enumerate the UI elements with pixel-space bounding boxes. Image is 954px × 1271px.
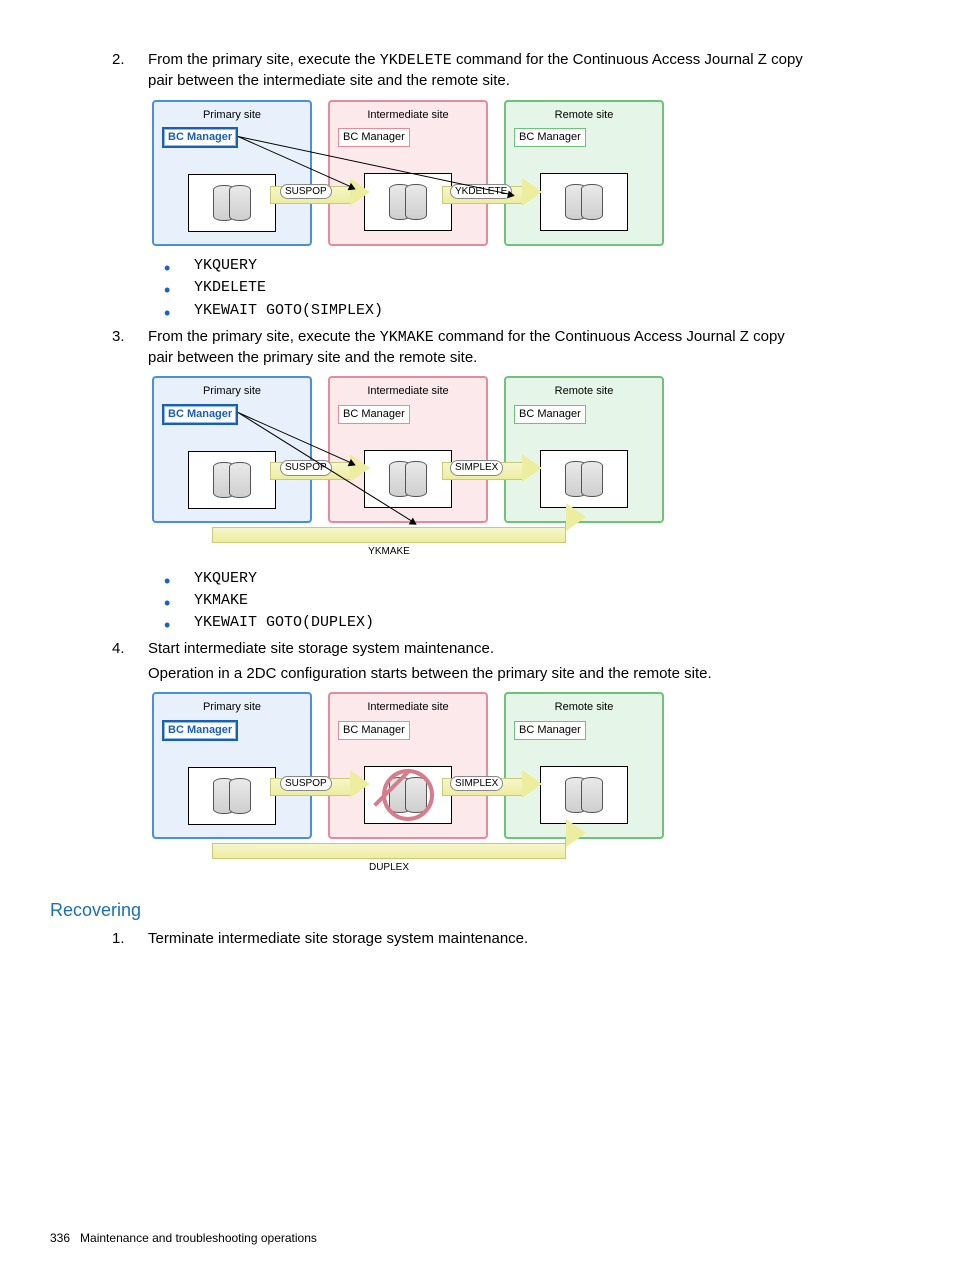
- site-title-intermediate: Intermediate site: [338, 108, 478, 123]
- cmd-item: YKQUERY: [194, 569, 804, 589]
- diagram-step2: Primary site BC Manager Intermediate sit…: [152, 100, 804, 247]
- bcm-intermediate: BC Manager: [338, 721, 410, 740]
- label-duplex: DUPLEX: [152, 861, 626, 875]
- step3-cmd: YKMAKE: [380, 329, 434, 346]
- storage-icon: [188, 767, 276, 825]
- site-title-remote: Remote site: [514, 384, 654, 399]
- storage-blocked-icon: [364, 766, 452, 824]
- step2-cmd: YKDELETE: [380, 52, 452, 69]
- arrow-icon: [350, 770, 370, 798]
- arrow-icon: [522, 178, 542, 206]
- step2-command-list: YKQUERY YKDELETE YKEWAIT GOTO(SIMPLEX): [148, 256, 804, 321]
- storage-icon: [540, 173, 628, 231]
- storage-icon: [540, 450, 628, 508]
- bcm-remote: BC Manager: [514, 721, 586, 740]
- step-2: From the primary site, execute the YKDEL…: [148, 50, 804, 321]
- bcm-primary: BC Manager: [162, 404, 238, 425]
- bcm-primary: BC Manager: [162, 720, 238, 741]
- label-ykdelete: YKDELETE: [450, 184, 512, 200]
- label-simplex: SIMPLEX: [450, 460, 503, 476]
- step2-text-a: From the primary site, execute the: [148, 51, 380, 68]
- cmd-item: YKDELETE: [194, 278, 804, 298]
- arrow-icon: [566, 819, 586, 847]
- site-title-remote: Remote site: [514, 108, 654, 123]
- band-ykmake: [212, 527, 566, 543]
- site-title-primary: Primary site: [162, 108, 302, 123]
- storage-icon: [188, 174, 276, 232]
- section-heading-recovering: Recovering: [50, 900, 804, 921]
- label-suspop: SUSPOP: [280, 184, 332, 200]
- arrow-icon: [566, 503, 586, 531]
- bcm-intermediate: BC Manager: [338, 405, 410, 424]
- cmd-item: YKMAKE: [194, 591, 804, 611]
- label-suspop: SUSPOP: [280, 776, 332, 792]
- diagram-step3: Primary site BC Manager Intermediate sit…: [152, 376, 804, 558]
- step3-text-a: From the primary site, execute the: [148, 328, 380, 345]
- step-3: From the primary site, execute the YKMAK…: [148, 327, 804, 633]
- arrow-icon: [522, 770, 542, 798]
- site-title-remote: Remote site: [514, 700, 654, 715]
- site-title-intermediate: Intermediate site: [338, 700, 478, 715]
- storage-icon: [540, 766, 628, 824]
- site-title-primary: Primary site: [162, 384, 302, 399]
- step3-command-list: YKQUERY YKMAKE YKEWAIT GOTO(DUPLEX): [148, 569, 804, 634]
- site-title-primary: Primary site: [162, 700, 302, 715]
- label-ykmake: YKMAKE: [152, 545, 626, 559]
- cmd-item: YKEWAIT GOTO(SIMPLEX): [194, 301, 804, 321]
- step4-line1: Start intermediate site storage system m…: [148, 639, 804, 659]
- arrow-icon: [522, 454, 542, 482]
- label-simplex: SIMPLEX: [450, 776, 503, 792]
- step4-line2: Operation in a 2DC configuration starts …: [148, 664, 804, 684]
- cmd-item: YKQUERY: [194, 256, 804, 276]
- site-title-intermediate: Intermediate site: [338, 384, 478, 399]
- band-duplex: [212, 843, 566, 859]
- bcm-primary: BC Manager: [162, 127, 238, 148]
- label-suspop: SUSPOP: [280, 460, 332, 476]
- page-footer: 336 Maintenance and troubleshooting oper…: [50, 1231, 317, 1245]
- diagram-step4: Primary site BC Manager Intermediate sit…: [152, 692, 804, 874]
- cmd-item: YKEWAIT GOTO(DUPLEX): [194, 613, 804, 633]
- bcm-intermediate: BC Manager: [338, 128, 410, 147]
- blocked-icon: [382, 769, 434, 821]
- step-4: Start intermediate site storage system m…: [148, 639, 804, 874]
- page-number: 336: [50, 1231, 70, 1245]
- recover-step-1: Terminate intermediate site storage syst…: [148, 929, 804, 949]
- footer-title: Maintenance and troubleshooting operatio…: [80, 1231, 317, 1245]
- bcm-remote: BC Manager: [514, 405, 586, 424]
- bcm-remote: BC Manager: [514, 128, 586, 147]
- storage-icon: [188, 451, 276, 509]
- storage-icon: [364, 173, 452, 231]
